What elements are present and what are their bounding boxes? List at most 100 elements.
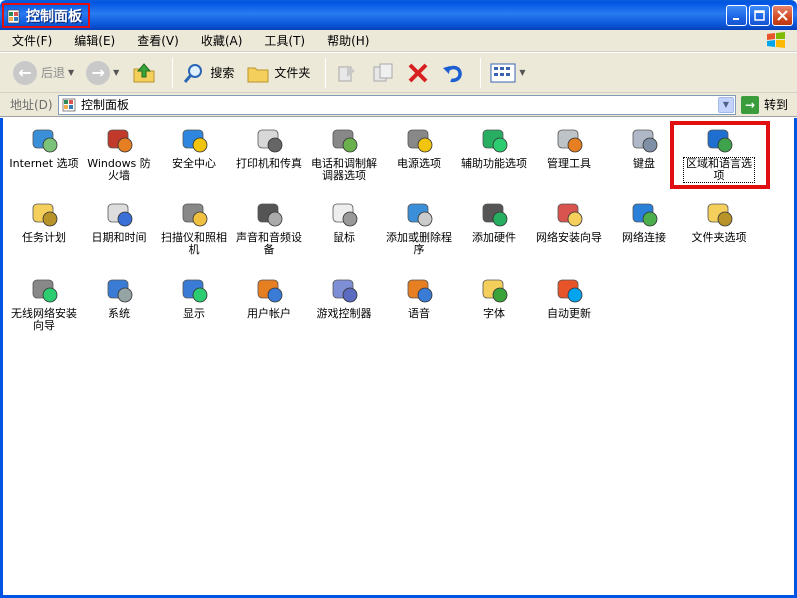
cp-item[interactable]: 安全中心 — [159, 122, 229, 170]
cp-item[interactable]: 区域和语言选项 — [683, 122, 755, 183]
forward-button[interactable]: → ▼ — [83, 57, 122, 89]
menu-edit[interactable]: 编辑(E) — [70, 30, 119, 51]
menu-tools[interactable]: 工具(T) — [260, 30, 309, 51]
windows-update-icon — [552, 272, 586, 306]
cp-item-label: 日期和时间 — [91, 231, 147, 244]
cp-item-label: 无线网络安装向导 — [11, 307, 77, 332]
windows-logo-icon — [767, 32, 785, 48]
cp-item[interactable]: 显示 — [159, 272, 229, 320]
up-button[interactable] — [128, 57, 160, 89]
go-arrow-icon: → — [741, 95, 759, 114]
cp-item-label: 键盘 — [633, 157, 655, 170]
wireless-icon — [27, 272, 61, 306]
toolbar-separator — [172, 57, 174, 88]
cp-item[interactable]: 扫描仪和照相机 — [159, 196, 229, 256]
forward-dropdown-icon[interactable]: ▼ — [113, 68, 119, 77]
cp-item[interactable]: 文件夹选项 — [684, 196, 754, 244]
content-pane — [0, 118, 797, 598]
cp-item[interactable]: 辅助功能选项 — [459, 122, 529, 170]
copy-to-button[interactable] — [368, 57, 398, 89]
address-input[interactable]: 控制面板 ▼ — [58, 94, 736, 115]
move-to-icon — [338, 64, 356, 81]
search-icon — [184, 63, 203, 83]
views-button[interactable]: ▼ — [487, 57, 528, 89]
internet-options-icon — [27, 122, 61, 156]
cp-item-label: 显示 — [183, 307, 205, 320]
cp-item[interactable]: 添加或删除程序 — [384, 196, 454, 256]
cp-item[interactable]: 任务计划 — [9, 196, 79, 244]
cp-item-label: 系统 — [108, 307, 130, 320]
date-time-icon — [102, 196, 136, 230]
toolbar-separator — [325, 57, 327, 88]
move-to-button[interactable] — [332, 57, 362, 89]
cp-item-label: 添加或删除程序 — [386, 231, 452, 256]
folders-button[interactable]: 文件夹 — [243, 57, 313, 89]
cp-item[interactable]: 系统 — [84, 272, 154, 320]
cp-item-label: 电源选项 — [397, 157, 441, 170]
menu-help[interactable]: 帮助(H) — [323, 30, 373, 51]
add-hardware-icon — [477, 196, 511, 230]
game-controller-icon — [327, 272, 361, 306]
speech-icon — [402, 272, 436, 306]
mouse-icon — [327, 196, 361, 230]
back-button[interactable]: ← 后退 ▼ — [10, 57, 77, 89]
cp-item[interactable]: 语音 — [384, 272, 454, 320]
cp-item[interactable]: Internet 选项 — [9, 122, 79, 170]
maximize-button[interactable] — [749, 5, 770, 26]
cp-item[interactable]: 网络连接 — [609, 196, 679, 244]
cp-item-label: 管理工具 — [547, 157, 591, 170]
cp-item-label: Internet 选项 — [9, 157, 79, 170]
cp-item[interactable]: 自动更新 — [534, 272, 604, 320]
cp-item[interactable]: 日期和时间 — [84, 196, 154, 244]
phone-modem-icon — [327, 122, 361, 156]
delete-button[interactable] — [404, 57, 432, 89]
cp-item[interactable]: 游戏控制器 — [309, 272, 379, 320]
close-button[interactable] — [772, 5, 793, 26]
cp-item[interactable]: 管理工具 — [534, 122, 604, 170]
minimize-button[interactable] — [726, 5, 747, 26]
cp-item[interactable]: 电话和调制解调器选项 — [309, 122, 379, 182]
go-button[interactable]: → 转到 — [741, 95, 788, 114]
cp-item-label: 添加硬件 — [472, 231, 516, 244]
cp-item[interactable]: 打印机和传真 — [234, 122, 304, 170]
cp-item[interactable]: 电源选项 — [384, 122, 454, 170]
undo-icon — [443, 65, 463, 82]
accessibility-icon — [477, 122, 511, 156]
window-title: 控制面板 — [26, 8, 82, 25]
cp-item[interactable]: 无线网络安装向导 — [9, 272, 79, 332]
search-button[interactable]: 搜索 — [179, 57, 237, 89]
cp-item[interactable]: 添加硬件 — [459, 196, 529, 244]
cp-item-label: Windows 防火墙 — [87, 157, 151, 182]
cp-item-label: 任务计划 — [22, 231, 66, 244]
speaker-icon — [252, 196, 286, 230]
cp-item[interactable]: 声音和音频设备 — [234, 196, 304, 256]
address-dropdown-icon[interactable]: ▼ — [718, 96, 734, 113]
control-panel-icon — [7, 9, 20, 23]
menu-favorites[interactable]: 收藏(A) — [197, 30, 247, 51]
keyboard-icon — [627, 122, 661, 156]
undo-button[interactable] — [438, 57, 468, 89]
menu-file[interactable]: 文件(F) — [8, 30, 56, 51]
toolbar: ← 后退 ▼ → ▼ 搜索 文件夹 ▼ — [0, 53, 797, 93]
cp-item-label: 辅助功能选项 — [461, 157, 527, 170]
menu-bar: 文件(F) 编辑(E) 查看(V) 收藏(A) 工具(T) 帮助(H) — [0, 30, 797, 52]
cp-item[interactable]: 字体 — [459, 272, 529, 320]
cp-item[interactable]: 用户帐户 — [234, 272, 304, 320]
network-setup-icon — [552, 196, 586, 230]
menu-view[interactable]: 查看(V) — [133, 30, 183, 51]
cp-item[interactable]: 鼠标 — [309, 196, 379, 244]
cp-item[interactable]: Windows 防火墙 — [84, 122, 154, 182]
copy-to-icon — [373, 63, 393, 81]
cp-item-label: 字体 — [483, 307, 505, 320]
system-icon — [102, 272, 136, 306]
cp-item[interactable]: 网络安装向导 — [534, 196, 604, 244]
printer-icon — [252, 122, 286, 156]
power-options-icon — [402, 122, 436, 156]
fonts-icon — [477, 272, 511, 306]
cp-item[interactable]: 键盘 — [609, 122, 679, 170]
title-bar[interactable]: 控制面板 — [0, 0, 797, 30]
title-highlight-box: 控制面板 — [2, 3, 90, 28]
back-dropdown-icon[interactable]: ▼ — [68, 68, 74, 77]
cp-item-label: 语音 — [408, 307, 430, 320]
cp-item-label: 网络连接 — [622, 231, 666, 244]
